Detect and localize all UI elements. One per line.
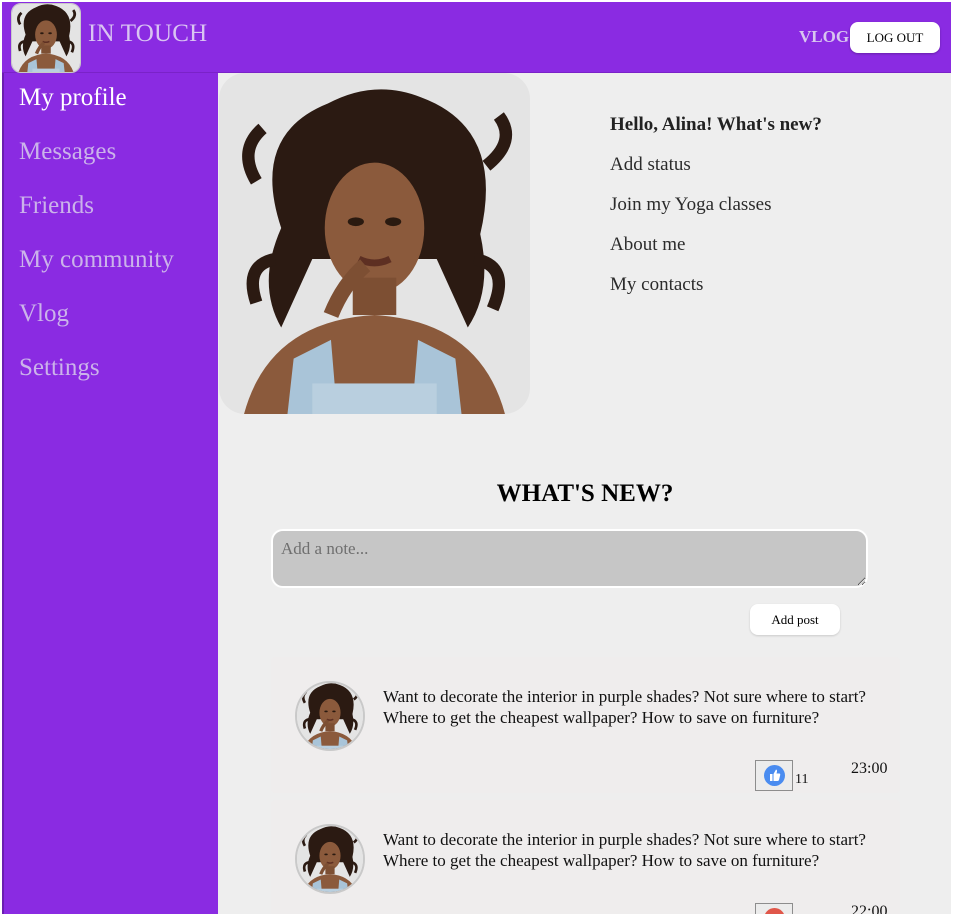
post-card: Want to decorate the interior in purple … xyxy=(271,657,900,793)
post-time: 23:00 xyxy=(851,760,888,777)
like-count: 11 xyxy=(795,772,809,787)
feed-heading: WHAT'S NEW? xyxy=(496,480,674,507)
about-me-link[interactable]: About me xyxy=(610,234,685,256)
add-status-link[interactable]: Add status xyxy=(610,154,691,176)
note-input[interactable] xyxy=(271,529,868,588)
post-card: Want to decorate the interior in purple … xyxy=(271,800,900,914)
thumbs-up-icon xyxy=(764,765,785,786)
post-time: 22:00 xyxy=(851,903,888,914)
yoga-classes-link[interactable]: Join my Yoga classes xyxy=(610,194,772,216)
post-avatar[interactable] xyxy=(295,681,365,751)
heart-icon xyxy=(764,908,785,914)
sidebar-item-vlog[interactable]: Vlog xyxy=(19,300,69,328)
post-avatar[interactable] xyxy=(295,824,365,894)
profile-photo xyxy=(219,73,530,414)
like-button[interactable] xyxy=(755,760,793,791)
add-post-button[interactable]: Add post xyxy=(750,604,840,635)
vlog-link[interactable]: VLOG xyxy=(799,27,849,47)
sidebar-item-settings[interactable]: Settings xyxy=(19,354,100,382)
sidebar: My profile Messages Friends My community… xyxy=(2,73,218,914)
logout-button[interactable]: LOG OUT xyxy=(850,22,940,53)
post-text: Want to decorate the interior in purple … xyxy=(383,830,866,870)
profile-greeting: Hello, Alina! What's new? xyxy=(610,114,822,135)
sidebar-item-friends[interactable]: Friends xyxy=(19,192,94,220)
sidebar-item-my-profile[interactable]: My profile xyxy=(19,84,127,112)
post-text: Want to decorate the interior in purple … xyxy=(383,687,866,727)
app-window: IN TOUCH VLOG LOG OUT My profile Message… xyxy=(2,2,951,914)
reaction-button[interactable] xyxy=(755,903,793,914)
top-header: IN TOUCH VLOG LOG OUT xyxy=(2,2,951,73)
sidebar-item-messages[interactable]: Messages xyxy=(19,138,116,166)
sidebar-item-my-community[interactable]: My community xyxy=(19,246,174,274)
user-avatar-logo[interactable] xyxy=(11,3,81,73)
brand-title: IN TOUCH xyxy=(88,20,208,47)
my-contacts-link[interactable]: My contacts xyxy=(610,274,703,296)
